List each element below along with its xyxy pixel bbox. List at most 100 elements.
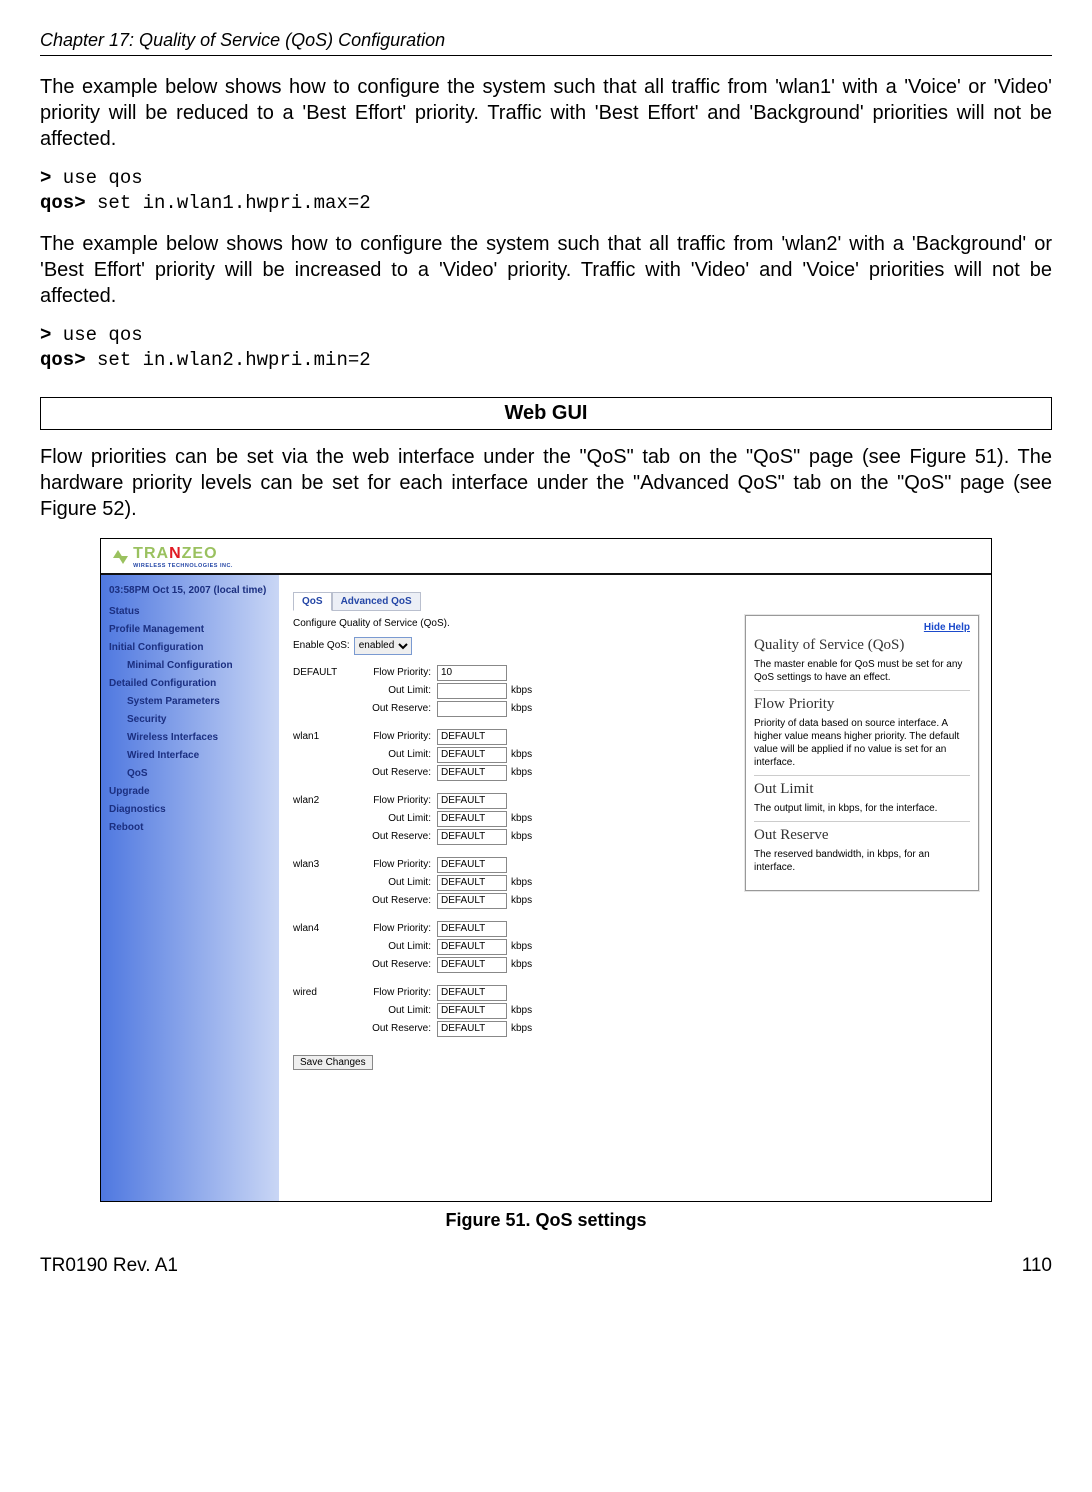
- interface-name: DEFAULT: [293, 663, 351, 719]
- out-limit-input[interactable]: [437, 683, 507, 699]
- section-heading-webgui: Web GUI: [40, 397, 1052, 430]
- interface-name: wlan1: [293, 727, 351, 783]
- flow-priority-input[interactable]: [437, 729, 507, 745]
- paragraph-3: Flow priorities can be set via the web i…: [40, 444, 1052, 522]
- help-heading-qos: Quality of Service (QoS): [754, 637, 970, 654]
- help-heading-flow: Flow Priority: [754, 696, 970, 713]
- help-text-qos: The master enable for QoS must be set fo…: [754, 658, 970, 684]
- unit-kbps: kbps: [511, 767, 532, 778]
- interface-name: wlan2: [293, 791, 351, 847]
- help-heading-outlimit: Out Limit: [754, 781, 970, 798]
- sidebar-item-wireless[interactable]: Wireless Interfaces: [127, 732, 273, 743]
- flow-priority-input[interactable]: [437, 985, 507, 1001]
- tab-bar: QoSAdvanced QoS: [293, 591, 977, 610]
- brand-text: TRANZEO WIRELESS TECHNOLOGIES INC.: [133, 545, 233, 569]
- sidebar-item-system-params[interactable]: System Parameters: [127, 696, 273, 707]
- unit-kbps: kbps: [511, 685, 532, 696]
- flow-priority-input[interactable]: [437, 665, 507, 681]
- out-limit-label: Out Limit:: [351, 685, 437, 696]
- enable-qos-label: Enable QoS:: [293, 640, 350, 651]
- out-limit-label: Out Limit:: [351, 813, 437, 824]
- cli-prompt: qos>: [40, 192, 86, 214]
- unit-kbps: kbps: [511, 941, 532, 952]
- tab-advanced-qos[interactable]: Advanced QoS: [332, 592, 421, 611]
- unit-kbps: kbps: [511, 831, 532, 842]
- sidebar-item-qos[interactable]: QoS: [127, 768, 273, 779]
- out-reserve-input[interactable]: [437, 893, 507, 909]
- flow-priority-input[interactable]: [437, 793, 507, 809]
- tab-qos[interactable]: QoS: [293, 592, 332, 611]
- sidebar-item-upgrade[interactable]: Upgrade: [109, 786, 271, 797]
- hide-help-link[interactable]: Hide Help: [754, 622, 970, 633]
- paragraph-2: The example below shows how to configure…: [40, 231, 1052, 309]
- interface-name: wlan4: [293, 919, 351, 975]
- sidebar-item-minimal-config[interactable]: Minimal Configuration: [127, 660, 273, 671]
- flow-priority-label: Flow Priority:: [351, 667, 437, 678]
- out-limit-input[interactable]: [437, 1003, 507, 1019]
- unit-kbps: kbps: [511, 877, 532, 888]
- cli-block-1: > use qos qos> set in.wlan1.hwpri.max=2: [40, 166, 1052, 215]
- interface-name: wlan3: [293, 855, 351, 911]
- footer-page-number: 110: [1022, 1255, 1052, 1277]
- sidebar-item-wired[interactable]: Wired Interface: [127, 750, 273, 761]
- sidebar-item-profile[interactable]: Profile Management: [109, 624, 271, 635]
- sidebar: 03:58PM Oct 15, 2007 (local time) Status…: [101, 575, 279, 1201]
- paragraph-1: The example below shows how to configure…: [40, 74, 1052, 152]
- out-reserve-label: Out Reserve:: [351, 1023, 437, 1034]
- cli-prompt: >: [40, 167, 51, 189]
- save-changes-button[interactable]: Save Changes: [293, 1055, 373, 1070]
- help-heading-outreserve: Out Reserve: [754, 827, 970, 844]
- unit-kbps: kbps: [511, 703, 532, 714]
- sidebar-item-diagnostics[interactable]: Diagnostics: [109, 804, 271, 815]
- help-text-outlimit: The output limit, in kbps, for the inter…: [754, 802, 970, 815]
- out-limit-label: Out Limit:: [351, 749, 437, 760]
- out-reserve-label: Out Reserve:: [351, 895, 437, 906]
- footer-revision: TR0190 Rev. A1: [40, 1255, 178, 1277]
- unit-kbps: kbps: [511, 959, 532, 970]
- out-reserve-input[interactable]: [437, 1021, 507, 1037]
- out-reserve-input[interactable]: [437, 957, 507, 973]
- out-limit-label: Out Limit:: [351, 1005, 437, 1016]
- out-limit-input[interactable]: [437, 875, 507, 891]
- figure-caption: Figure 51. QoS settings: [40, 1210, 1052, 1231]
- out-reserve-input[interactable]: [437, 765, 507, 781]
- out-limit-input[interactable]: [437, 939, 507, 955]
- out-reserve-label: Out Reserve:: [351, 831, 437, 842]
- sidebar-item-security[interactable]: Security: [127, 714, 273, 725]
- sidebar-item-reboot[interactable]: Reboot: [109, 822, 271, 833]
- out-limit-input[interactable]: [437, 811, 507, 827]
- out-limit-label: Out Limit:: [351, 877, 437, 888]
- unit-kbps: kbps: [511, 895, 532, 906]
- unit-kbps: kbps: [511, 1005, 532, 1016]
- sidebar-item-status[interactable]: Status: [109, 606, 271, 617]
- out-limit-input[interactable]: [437, 747, 507, 763]
- flow-priority-label: Flow Priority:: [351, 731, 437, 742]
- interface-block: wlan4Flow Priority: Out Limit: kbps Out Res…: [293, 919, 977, 975]
- cli-prompt: qos>: [40, 349, 86, 371]
- flow-priority-input[interactable]: [437, 857, 507, 873]
- out-reserve-input[interactable]: [437, 829, 507, 845]
- out-reserve-input[interactable]: [437, 701, 507, 717]
- unit-kbps: kbps: [511, 813, 532, 824]
- flow-priority-label: Flow Priority:: [351, 923, 437, 934]
- sidebar-item-detailed-config[interactable]: Detailed Configuration: [109, 678, 271, 689]
- out-reserve-label: Out Reserve:: [351, 959, 437, 970]
- interface-block: wiredFlow Priority:Out Limit:kbpsOut Res…: [293, 983, 977, 1039]
- out-limit-label: Out Limit:: [351, 941, 437, 952]
- help-text-outreserve: The reserved bandwidth, in kbps, for an …: [754, 848, 970, 874]
- cli-cmd: set in.wlan1.hwpri.max=2: [86, 192, 371, 214]
- cli-cmd: set in.wlan2.hwpri.min=2: [86, 349, 371, 371]
- unit-kbps: kbps: [511, 1023, 532, 1034]
- cli-cmd: use qos: [51, 167, 142, 189]
- sidebar-item-initial-config[interactable]: Initial Configuration: [109, 642, 271, 653]
- brand-logo-icon: [113, 550, 127, 564]
- interface-name: wired: [293, 983, 351, 1039]
- cli-cmd: use qos: [51, 324, 142, 346]
- help-panel: Hide Help Quality of Service (QoS) The m…: [745, 615, 979, 891]
- out-reserve-label: Out Reserve:: [351, 703, 437, 714]
- flow-priority-input[interactable]: [437, 921, 507, 937]
- enable-qos-select[interactable]: enabled: [354, 637, 412, 655]
- flow-priority-label: Flow Priority:: [351, 859, 437, 870]
- out-reserve-label: Out Reserve:: [351, 767, 437, 778]
- chapter-title: Chapter 17: Quality of Service (QoS) Con…: [40, 30, 445, 50]
